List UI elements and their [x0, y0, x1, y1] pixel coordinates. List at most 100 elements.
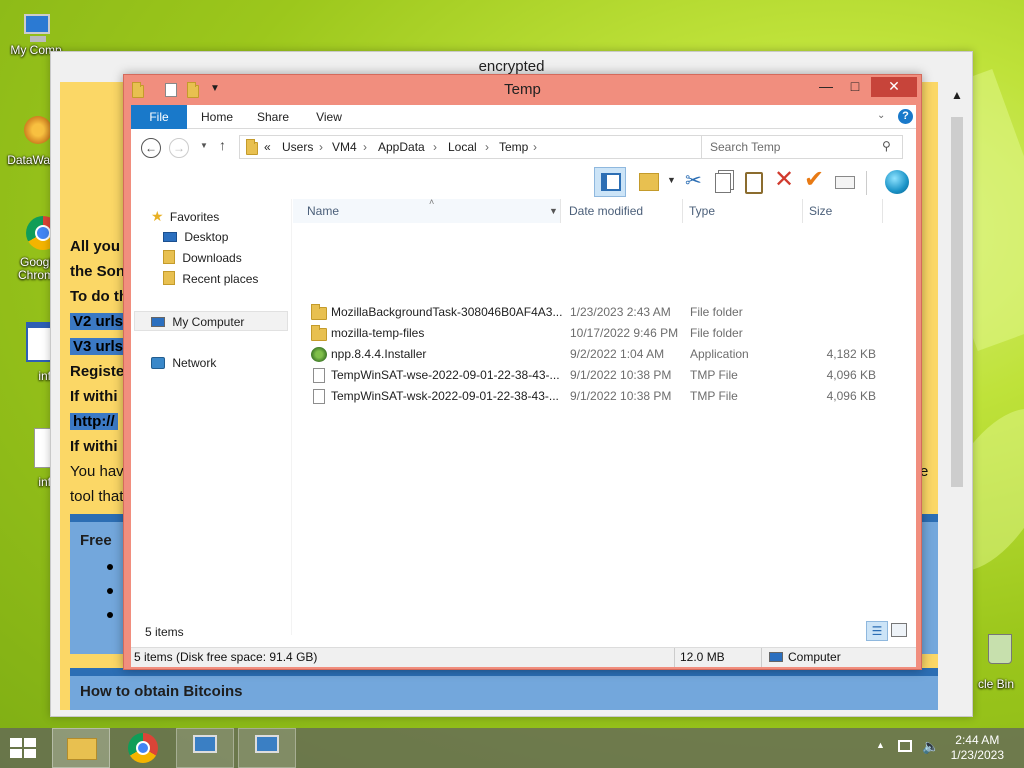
file-explorer-icon — [67, 738, 97, 760]
search-box[interactable]: Search Temp ⚲ — [701, 135, 903, 159]
column-header-name[interactable]: Name ˄ ▼ — [293, 197, 561, 223]
status-size: 12.0 MB — [680, 650, 725, 664]
nav-downloads[interactable]: Downloads — [163, 248, 242, 268]
search-icon[interactable]: ⚲ — [882, 139, 891, 153]
address-row: ← → ▼ ↑ « Users › VM4 › AppData › Local … — [131, 129, 916, 167]
nav-favorites[interactable]: ★ Favorites — [151, 206, 219, 226]
checkmark-icon[interactable]: ✔ — [804, 165, 824, 194]
taskbar-file-explorer[interactable] — [52, 728, 110, 768]
tab-home[interactable]: Home — [193, 105, 241, 129]
select-dropdown-icon[interactable]: ▼ — [667, 175, 676, 185]
large-icons-view-button[interactable] — [891, 623, 907, 637]
pane-divider[interactable] — [291, 199, 292, 635]
nav-label: Desktop — [184, 230, 229, 244]
recycle-bin-icon — [972, 630, 1012, 670]
globe-icon[interactable] — [885, 170, 909, 194]
explorer-window[interactable]: ▼ Temp — □ ✕ File Home Share View ⌄ ? ← … — [123, 74, 922, 670]
url-link[interactable]: http:// — [70, 413, 118, 430]
file-size: 4,182 KB — [826, 347, 876, 361]
show-hidden-icons[interactable]: ▲ — [876, 740, 885, 750]
column-headers: Name ˄ ▼ Date modified Type Size — [293, 197, 886, 223]
up-button[interactable]: ↑ — [219, 137, 226, 153]
breadcrumb-temp[interactable]: Temp — [499, 140, 528, 154]
scroll-up-icon[interactable]: ▲ — [951, 88, 963, 102]
note-line: the Son — [70, 263, 125, 280]
tab-share[interactable]: Share — [249, 105, 297, 129]
forward-button[interactable]: → — [169, 138, 189, 158]
file-row[interactable]: mozilla-temp-files 10/17/2022 9:46 PM Fi… — [293, 323, 916, 344]
maximize-button[interactable]: □ — [842, 77, 868, 97]
network-icon — [151, 357, 165, 369]
sort-ascending-icon: ˄ — [429, 197, 435, 207]
nav-my-computer[interactable]: My Computer — [134, 311, 288, 331]
copy-icon[interactable] — [715, 173, 731, 193]
installer-icon — [311, 347, 327, 362]
breadcrumb-vm4[interactable]: VM4 — [332, 140, 357, 154]
start-button[interactable] — [8, 736, 38, 760]
status-bar: 5 items (Disk free space: 91.4 GB) 12.0 … — [131, 647, 916, 667]
nav-network[interactable]: Network — [151, 353, 216, 373]
cut-icon[interactable]: ✂ — [685, 168, 702, 193]
computer-icon — [769, 652, 783, 662]
nav-label: Recent places — [182, 272, 259, 286]
windows-logo-icon — [10, 738, 36, 758]
breadcrumb-appdata[interactable]: AppData — [378, 140, 425, 154]
tab-file[interactable]: File — [131, 105, 187, 129]
scrollbar-thumb[interactable] — [951, 117, 963, 487]
status-divider — [761, 648, 762, 667]
recent-locations-icon[interactable]: ▼ — [200, 141, 208, 150]
navigation-pane[interactable]: ★ Favorites Desktop Downloads Recent pla… — [131, 199, 291, 635]
tab-view[interactable]: View — [305, 105, 353, 129]
network-tray-icon[interactable] — [898, 740, 912, 752]
v3-urls-text: V3 urls — [70, 338, 127, 355]
file-row[interactable]: MozillaBackgroundTask-308046B0AF4A3... 1… — [293, 302, 916, 323]
header-label: Name — [307, 204, 340, 218]
window-title: Temp — [504, 81, 541, 98]
file-row[interactable]: TempWinSAT-wse-2022-09-01-22-38-43-... 9… — [293, 365, 916, 386]
paste-icon[interactable] — [745, 172, 763, 194]
desktop-icon-label: cle Bin — [977, 677, 1015, 691]
back-button[interactable]: ← — [141, 138, 161, 158]
desktop-icon — [163, 232, 177, 242]
nav-recent-places[interactable]: Recent places — [163, 269, 258, 289]
close-button[interactable]: ✕ — [871, 77, 917, 97]
breadcrumb-separator: › — [433, 140, 437, 154]
taskbar-app-1[interactable] — [176, 728, 234, 768]
bullet — [107, 564, 113, 570]
column-header-size[interactable]: Size — [803, 199, 883, 223]
nav-desktop[interactable]: Desktop — [163, 227, 228, 247]
v2-urls-text: V2 urls — [70, 313, 127, 330]
vertical-scrollbar[interactable]: ▲ — [947, 82, 967, 710]
taskbar-app-2[interactable] — [238, 728, 296, 768]
clock[interactable]: 2:44 AM 1/23/2023 — [951, 733, 1004, 763]
details-view-button[interactable]: ☰ — [866, 621, 888, 641]
breadcrumb-overflow[interactable]: « — [264, 140, 271, 154]
file-name: MozillaBackgroundTask-308046B0AF4A3... — [331, 305, 563, 319]
rename-icon[interactable] — [835, 176, 855, 189]
desktop-icon-label: Googl Chrom — [17, 255, 54, 282]
preview-pane-button[interactable] — [594, 167, 626, 197]
title-bar[interactable]: ▼ Temp — □ ✕ — [124, 75, 921, 105]
file-size: 4,096 KB — [826, 389, 876, 403]
help-icon[interactable]: ? — [898, 109, 913, 124]
file-list[interactable]: Name ˄ ▼ Date modified Type Size Mozilla… — [293, 197, 916, 635]
breadcrumb-users[interactable]: Users — [282, 140, 313, 154]
note-line: Registe — [70, 363, 125, 380]
volume-icon[interactable]: 🔈 — [922, 738, 939, 755]
minimize-button[interactable]: — — [813, 77, 839, 97]
taskbar-chrome[interactable] — [114, 728, 172, 768]
breadcrumb-local[interactable]: Local — [448, 140, 477, 154]
note-line-highlight: V3 urls — [70, 338, 127, 355]
clock-date: 1/23/2023 — [950, 748, 1004, 762]
file-row[interactable]: npp.8.4.4.Installer 9/2/2022 1:04 AM App… — [293, 344, 916, 365]
column-header-date[interactable]: Date modified — [563, 199, 683, 223]
expand-ribbon-icon[interactable]: ⌄ — [877, 110, 885, 121]
column-filter-icon[interactable]: ▼ — [549, 199, 558, 223]
note-line: If withi — [70, 438, 118, 455]
file-row[interactable]: TempWinSAT-wsk-2022-09-01-22-38-43-... 9… — [293, 386, 916, 407]
select-folder-icon[interactable] — [639, 173, 659, 191]
column-header-type[interactable]: Type — [683, 199, 803, 223]
datawag-icon — [12, 112, 52, 152]
delete-icon[interactable]: ✕ — [774, 165, 794, 194]
search-input[interactable]: Search Temp — [710, 140, 780, 154]
